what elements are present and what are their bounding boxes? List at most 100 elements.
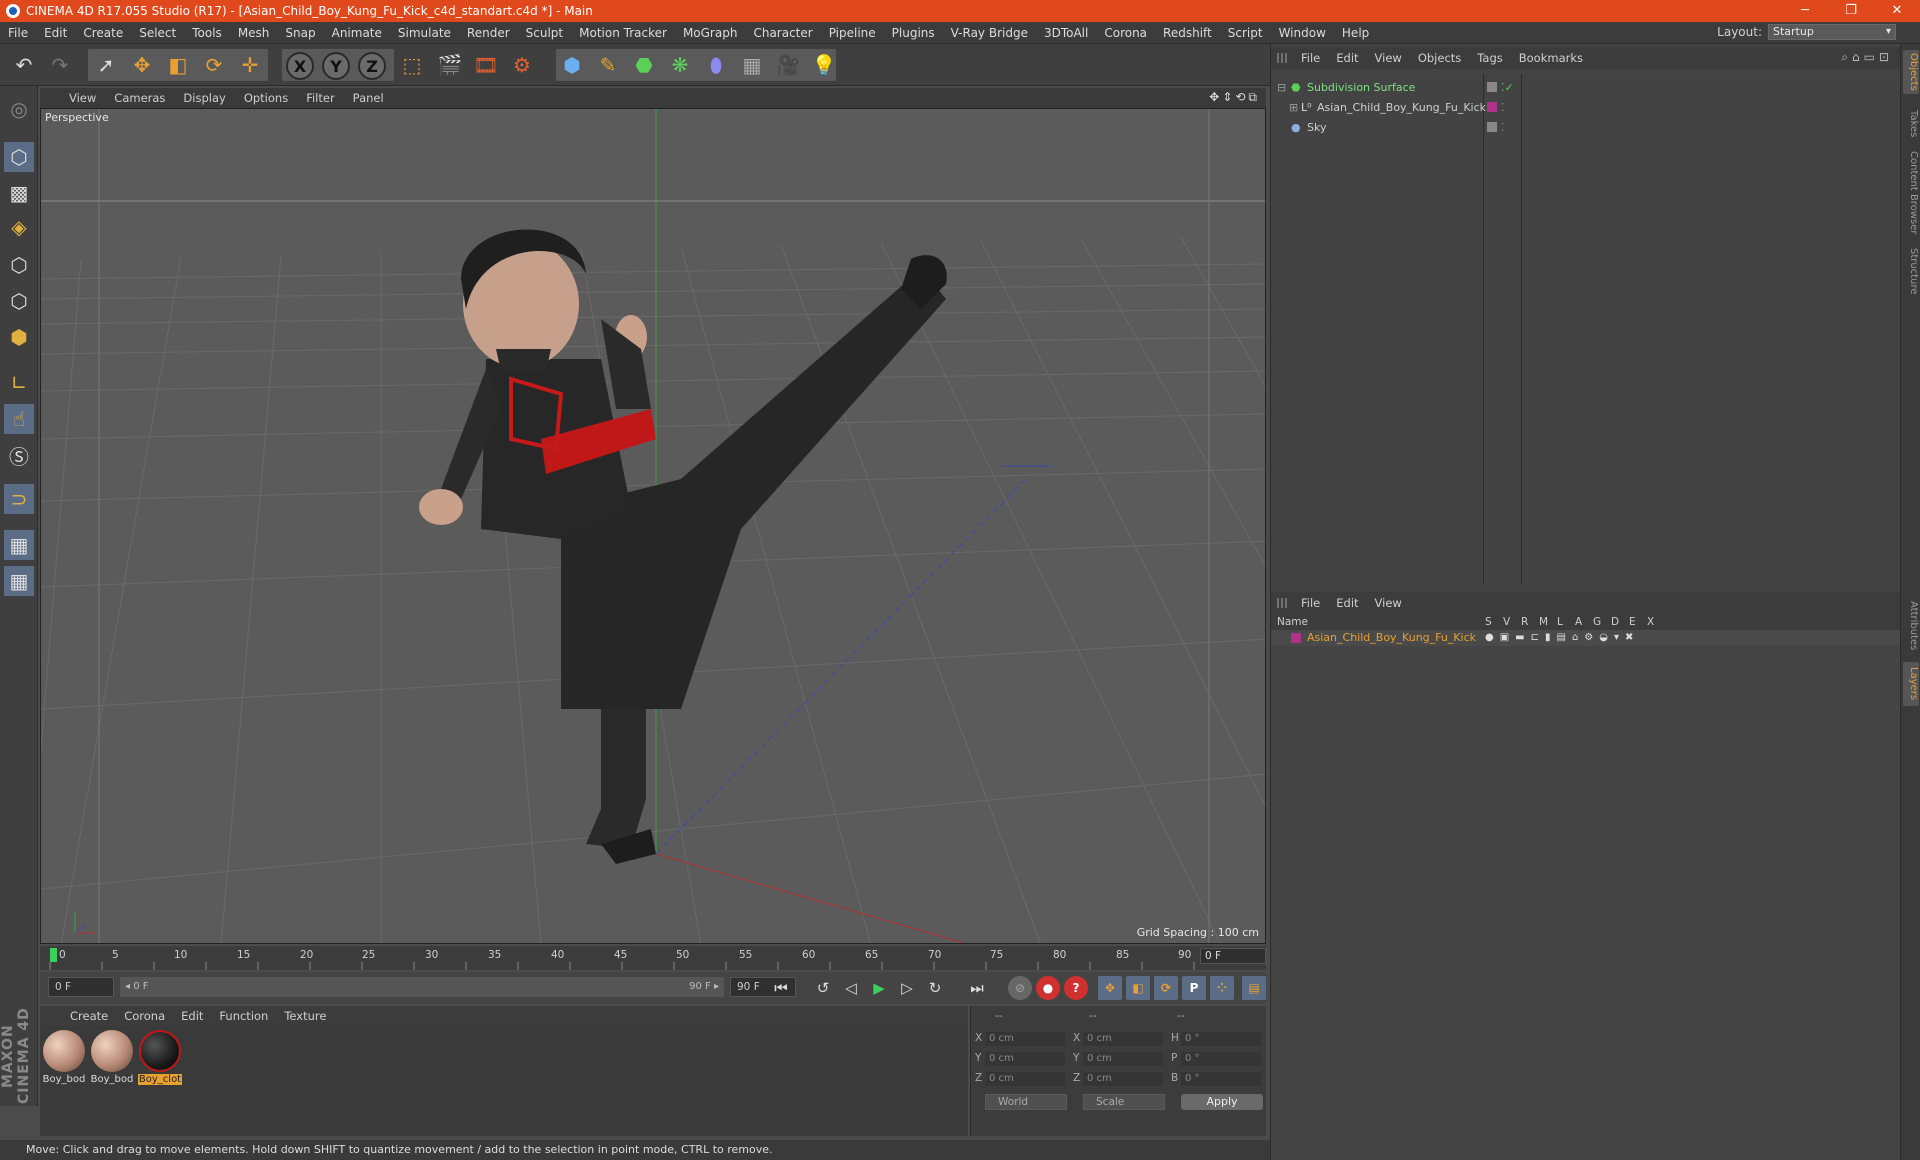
make-editable-icon[interactable]: ◎ xyxy=(4,94,34,124)
layers-menu-file[interactable]: File xyxy=(1293,596,1328,610)
object-row[interactable]: ● Sky ⁚ xyxy=(1271,120,1901,136)
previous-frame-icon[interactable]: ◁ xyxy=(838,975,864,1001)
menu-file[interactable]: File xyxy=(0,26,36,40)
side-tab-takes[interactable]: Takes xyxy=(1903,106,1919,142)
menu-pipeline[interactable]: Pipeline xyxy=(821,26,884,40)
menu-help[interactable]: Help xyxy=(1334,26,1377,40)
object-row[interactable]: ⊞ L⁰ Asian_Child_Boy_Kung_Fu_Kick ⁚ xyxy=(1271,100,1901,116)
scale-mode-dropdown[interactable]: Scale xyxy=(1083,1094,1165,1110)
restore-button[interactable]: ❐ xyxy=(1828,0,1874,22)
layout-dropdown[interactable]: Startup xyxy=(1768,24,1896,40)
viewport-menu-panel[interactable]: Panel xyxy=(344,91,393,105)
select-arrow-icon[interactable]: ➚ xyxy=(90,49,122,81)
objects-menu-bookmarks[interactable]: Bookmarks xyxy=(1511,51,1591,65)
pen-spline-icon[interactable]: ✎ xyxy=(592,49,624,81)
collapse-icon[interactable]: ⊟ xyxy=(1277,80,1286,96)
autokey-icon[interactable]: ● xyxy=(1036,976,1060,1000)
objects-menu-tags[interactable]: Tags xyxy=(1469,51,1510,65)
close-button[interactable]: ✕ xyxy=(1874,0,1920,22)
side-tab-structure[interactable]: Structure xyxy=(1903,244,1919,298)
cloner-icon[interactable]: ❋ xyxy=(664,49,696,81)
layer-name[interactable]: Asian_Child_Boy_Kung_Fu_Kick xyxy=(1307,630,1476,646)
key-rotation-icon[interactable]: ⟳ xyxy=(1154,976,1178,1000)
play-icon[interactable]: ▶ xyxy=(866,975,892,1001)
go-to-start-icon[interactable]: ⏮ xyxy=(768,975,794,1001)
snapping-icon[interactable]: Ⓢ xyxy=(4,440,34,470)
rotate-tool-icon[interactable]: ⟳ xyxy=(198,49,230,81)
redo-icon[interactable]: ↷ xyxy=(44,49,76,81)
viewport-menu-view[interactable]: View xyxy=(60,91,105,105)
menu-redshift[interactable]: Redshift xyxy=(1155,26,1220,40)
x-axis-lock-button[interactable]: X xyxy=(286,52,314,80)
previous-key-icon[interactable]: ↺ xyxy=(810,975,836,1001)
menu-corona[interactable]: Corona xyxy=(1096,26,1155,40)
material-menu-texture[interactable]: Texture xyxy=(276,1009,334,1023)
axis-mode-icon[interactable]: ∟ xyxy=(4,368,34,398)
layer-color-swatch[interactable] xyxy=(1291,633,1301,643)
menu-sculpt[interactable]: Sculpt xyxy=(518,26,571,40)
apply-button[interactable]: Apply xyxy=(1181,1094,1263,1110)
scale-tool-icon[interactable]: ◧ xyxy=(162,49,194,81)
viewport-menu-options[interactable]: Options xyxy=(235,91,297,105)
enabled-check-icon[interactable]: ⁚✓ xyxy=(1501,80,1514,96)
menu-create[interactable]: Create xyxy=(75,26,131,40)
edges-mode-icon[interactable]: ⬡ xyxy=(4,286,34,316)
visibility-dots-icon[interactable]: ⁚ xyxy=(1501,100,1505,116)
layer-swatch-icon[interactable] xyxy=(1487,122,1497,132)
material-menu-corona[interactable]: Corona xyxy=(116,1009,173,1023)
layer-row[interactable]: Asian_Child_Boy_Kung_Fu_Kick ●▣▬⊏▮▤⌂⚙◒▾✖ xyxy=(1271,630,1901,646)
material-swatch[interactable]: Boy_bod xyxy=(42,1030,86,1085)
position-x-field[interactable]: 0 cm xyxy=(985,1032,1065,1046)
workplane-icon[interactable]: ◈ xyxy=(4,212,34,242)
minimize-button[interactable]: ─ xyxy=(1782,0,1828,22)
object-manager-nav-icons[interactable]: ⌕⌂▭⊡ xyxy=(1841,50,1893,65)
menu-3dtoall[interactable]: 3DToAll xyxy=(1036,26,1096,40)
menu-mograph[interactable]: MoGraph xyxy=(675,26,746,40)
coordinate-mode-dropdown[interactable]: World xyxy=(985,1094,1067,1110)
object-row[interactable]: ⊟ ⬣ Subdivision Surface ⁚✓ xyxy=(1271,80,1901,96)
move-tool-icon[interactable]: ✥ xyxy=(126,49,158,81)
viewport-menu-display[interactable]: Display xyxy=(174,91,234,105)
last-tool-icon[interactable]: ✛ xyxy=(234,49,266,81)
polygons-mode-icon[interactable]: ⬢ xyxy=(4,322,34,352)
panel-grip-icon[interactable] xyxy=(1277,53,1287,63)
size-z-field[interactable]: 0 cm xyxy=(1083,1072,1163,1086)
key-parameter-icon[interactable]: P xyxy=(1182,976,1206,1000)
light-icon[interactable]: 💡 xyxy=(808,49,840,81)
magnet-icon[interactable]: ⊃ xyxy=(4,484,34,514)
tweak-mode-icon[interactable]: ☝ xyxy=(4,404,34,434)
menu-motion-tracker[interactable]: Motion Tracker xyxy=(571,26,675,40)
layer-swatch-icon[interactable] xyxy=(1487,82,1497,92)
layers-menu-view[interactable]: View xyxy=(1367,596,1410,610)
layer-swatch-icon[interactable] xyxy=(1487,102,1497,112)
menu-render[interactable]: Render xyxy=(459,26,518,40)
frame-range-slider[interactable]: ◂ 0 F 90 F ▸ xyxy=(120,977,724,997)
texture-mode-icon[interactable]: ▩ xyxy=(4,178,34,208)
keyframe-selection-icon[interactable]: ? xyxy=(1064,976,1088,1000)
layer-toggle-icons[interactable]: ●▣▬⊏▮▤⌂⚙◒▾✖ xyxy=(1485,630,1639,646)
render-picture-viewer-icon[interactable]: 🎞 xyxy=(470,49,502,81)
side-tab-objects[interactable]: Objects xyxy=(1903,50,1919,94)
viewport-menu-cameras[interactable]: Cameras xyxy=(105,91,174,105)
size-x-field[interactable]: 0 cm xyxy=(1083,1032,1163,1046)
menu-script[interactable]: Script xyxy=(1220,26,1271,40)
floor-icon[interactable]: ▦ xyxy=(736,49,768,81)
menu-character[interactable]: Character xyxy=(745,26,820,40)
cube-icon[interactable]: ⬢ xyxy=(556,49,588,81)
planar-workplane-icon[interactable]: ▦ xyxy=(4,566,34,596)
deformer-icon[interactable]: ⬮ xyxy=(700,49,732,81)
objects-menu-objects[interactable]: Objects xyxy=(1410,51,1469,65)
menu-snap[interactable]: Snap xyxy=(277,26,323,40)
material-swatch-selected[interactable]: Boy_clot xyxy=(138,1030,182,1085)
points-mode-icon[interactable]: ⬡ xyxy=(4,250,34,280)
objects-menu-view[interactable]: View xyxy=(1367,51,1410,65)
record-keys-icon[interactable]: ⊘ xyxy=(1008,976,1032,1000)
key-position-icon[interactable]: ✥ xyxy=(1098,976,1122,1000)
render-view-icon[interactable]: 🎬 xyxy=(434,49,466,81)
panel-grip-icon[interactable] xyxy=(1277,598,1287,608)
rotation-p-field[interactable]: 0 ° xyxy=(1181,1052,1261,1066)
subdivision-icon[interactable]: ⬣ xyxy=(628,49,660,81)
position-y-field[interactable]: 0 cm xyxy=(985,1052,1065,1066)
viewport-menu-filter[interactable]: Filter xyxy=(297,91,343,105)
expand-icon[interactable]: ⊞ xyxy=(1289,100,1298,116)
